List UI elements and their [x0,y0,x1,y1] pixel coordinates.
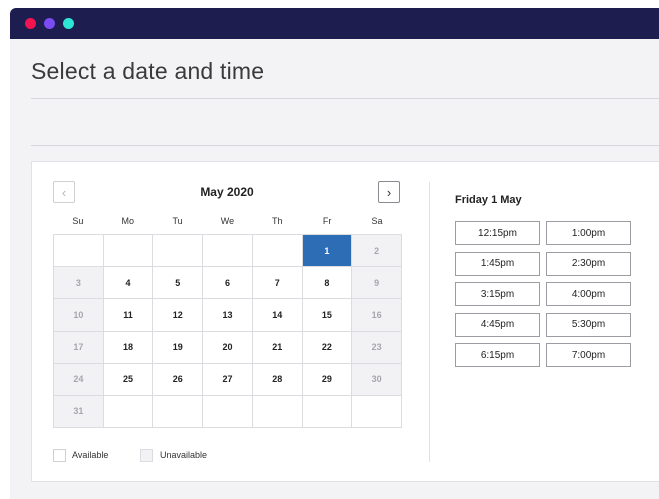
calendar-empty-cell [203,235,253,268]
calendar-day-unavailable: 2 [352,235,402,268]
available-swatch [53,449,66,462]
calendar-empty-cell [54,235,104,268]
calendar-day[interactable]: 28 [252,363,303,396]
weekday-label: Mo [121,216,135,226]
weekday-header: Su Mo Tu We Th Fr Sa [53,216,402,226]
calendar-empty-cell [103,235,154,268]
time-slot-button[interactable]: 12:15pm [455,221,540,245]
calendar-day-unavailable: 17 [54,331,104,364]
window-titlebar [10,8,659,39]
calendar-day-unavailable: 16 [352,299,402,332]
calendar-day-unavailable: 30 [352,363,402,396]
calendar-empty-cell [153,395,204,428]
selected-day-heading: Friday 1 May [455,194,522,206]
calendar-day[interactable]: 25 [103,363,154,396]
time-slot-button[interactable]: 6:15pm [455,343,540,367]
calendar-day[interactable]: 4 [103,267,154,300]
calendar-empty-cell [352,395,402,428]
weekday-label: Fr [322,216,332,226]
unavailable-swatch [140,449,153,462]
time-slot-button[interactable]: 1:00pm [546,221,631,245]
time-slot-button[interactable]: 7:00pm [546,343,631,367]
calendar-day-selected[interactable]: 1 [302,235,353,268]
time-slot-button[interactable]: 4:00pm [546,282,631,306]
calendar-day[interactable]: 13 [203,299,253,332]
calendar-day[interactable]: 27 [203,363,253,396]
calendar-empty-cell [252,395,303,428]
calendar-empty-cell [252,235,303,268]
calendar-empty-cell [103,395,154,428]
panel-divider [429,182,430,462]
month-label: May 2020 [200,185,254,199]
calendar-day[interactable]: 8 [302,267,353,300]
calendar-day[interactable]: 26 [153,363,204,396]
calendar-day[interactable]: 21 [252,331,303,364]
minimize-window-dot[interactable] [44,18,55,29]
calendar-day-unavailable: 10 [54,299,104,332]
weekday-label: Su [72,216,84,226]
legend-unavailable-label: Unavailable [160,450,208,460]
maximize-window-dot[interactable] [63,18,74,29]
calendar-day-unavailable: 24 [54,363,104,396]
calendar-day[interactable]: 11 [103,299,154,332]
calendar-day[interactable]: 12 [153,299,204,332]
calendar-day[interactable]: 7 [252,267,303,300]
calendar-day[interactable]: 15 [302,299,353,332]
calendar-day-unavailable: 3 [54,267,104,300]
calendar-empty-cell [153,235,204,268]
weekday-label: We [220,216,235,226]
calendar-day[interactable]: 6 [203,267,253,300]
legend-available-label: Available [72,450,109,460]
calendar-day-unavailable: 9 [352,267,402,300]
scheduler-card: ‹ May 2020 › Su Mo Tu We Th Fr Sa 1 2 3 4 5 6 7 8 9 10 1… [31,161,659,482]
close-window-dot[interactable] [25,18,36,29]
calendar-day[interactable]: 18 [103,331,154,364]
time-slot-button[interactable]: 5:30pm [546,312,631,337]
app-window: Select a date and time ‹ May 2020 › Su Mo… [10,8,659,499]
time-slot-button[interactable]: 1:45pm [455,251,540,276]
calendar-day-unavailable: 23 [352,331,402,364]
time-slot-button[interactable]: 4:45pm [455,312,540,337]
calendar-day[interactable]: 14 [252,299,303,332]
calendar-day[interactable]: 20 [203,331,253,364]
calendar-grid: 1 2 3 4 5 6 7 8 9 10 11 12 13 14 15 16 17 18 19 20 21 22 23 24 2… [53,234,402,428]
chevron-left-icon: ‹ [61,184,67,200]
calendar-day[interactable]: 29 [302,363,353,396]
divider-line [31,98,659,99]
calendar-empty-cell [203,395,253,428]
divider-line [31,145,659,146]
calendar-day-unavailable: 31 [54,395,104,428]
time-slot-button[interactable]: 2:30pm [546,251,631,276]
weekday-label: Tu [172,216,183,226]
time-slot-button[interactable]: 3:15pm [455,282,540,306]
calendar-day[interactable]: 22 [302,331,353,364]
chevron-right-icon: › [386,184,392,200]
weekday-label: Th [272,216,283,226]
calendar-empty-cell [302,395,353,428]
calendar-day[interactable]: 5 [153,267,204,300]
calendar-day[interactable]: 19 [153,331,204,364]
next-month-button[interactable]: › [378,181,400,203]
weekday-label: Sa [371,216,383,226]
previous-month-button[interactable]: ‹ [53,181,75,203]
page-title: Select a date and time [31,58,265,84]
